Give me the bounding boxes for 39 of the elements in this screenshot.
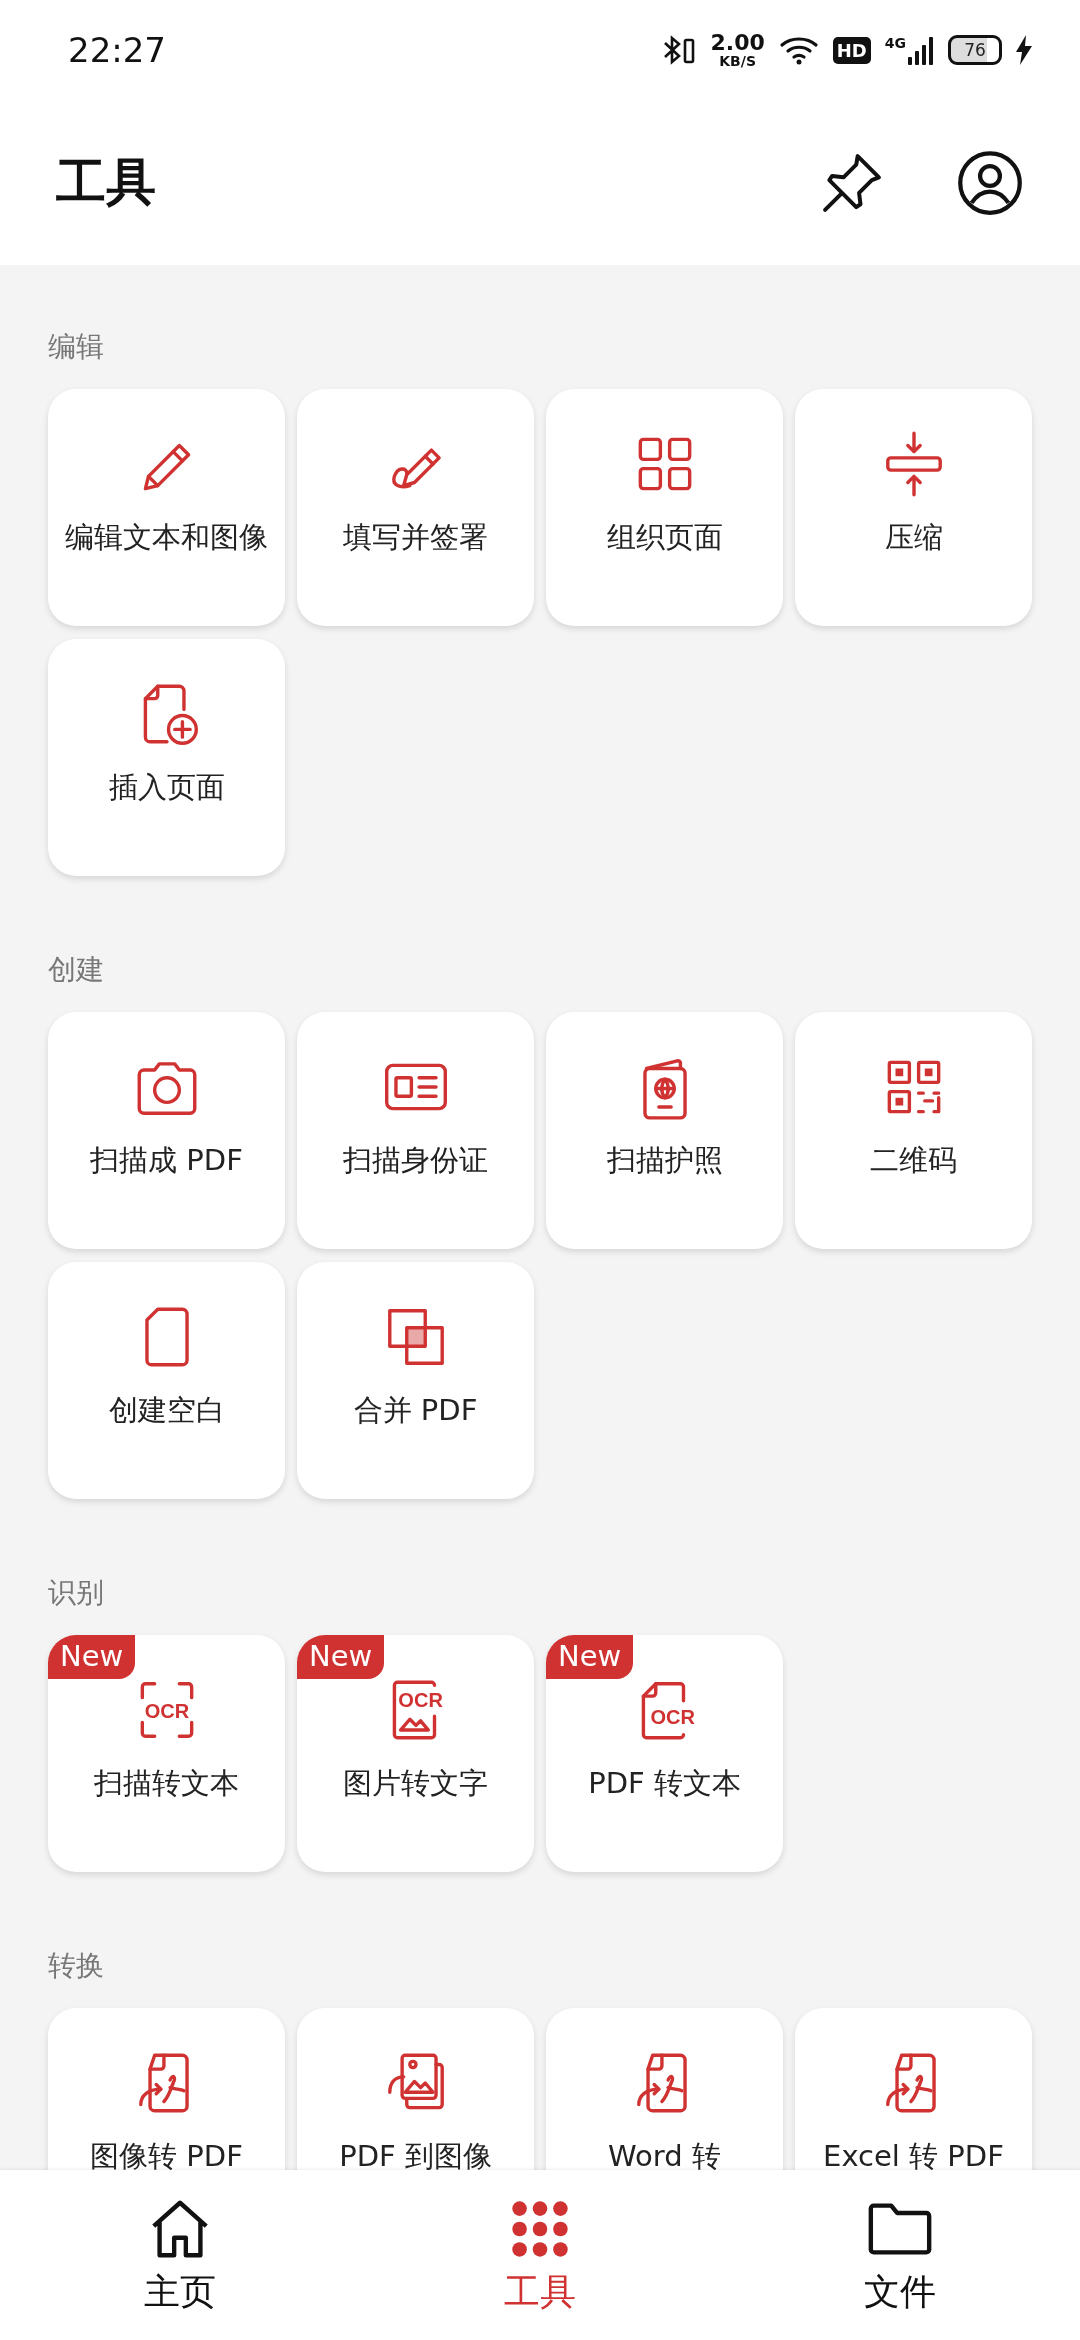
tool-tile[interactable]: 组织页面 (546, 389, 783, 626)
nav-tab[interactable]: 工具 (360, 2170, 720, 2340)
tool-tile[interactable]: 扫描护照 (546, 1012, 783, 1249)
nav-tab[interactable]: 文件 (720, 2170, 1080, 2340)
hd-badge: HD (832, 36, 871, 64)
tool-tile[interactable]: 压缩 (795, 389, 1032, 626)
battery-level: 76 (948, 35, 1002, 65)
status-time: 22:27 (68, 30, 166, 70)
tool-tile[interactable]: 扫描身份证 (297, 1012, 534, 1249)
section-title: 编辑 (48, 329, 104, 365)
tool-tile[interactable]: 扫描成 PDF (48, 1012, 285, 1249)
section-title: 识别 (48, 1575, 104, 1611)
new-badge: New (48, 1635, 136, 1679)
tool-tile[interactable]: 二维码 (795, 1012, 1032, 1249)
tool-tile[interactable]: PDF 到图像 (297, 2008, 534, 2170)
section-title: 创建 (48, 952, 104, 988)
tool-tile[interactable]: 编辑文本和图像 (48, 389, 285, 626)
network-speed: 2.00 KB/S (710, 32, 765, 68)
tool-tile[interactable]: 创建空白 (48, 1262, 285, 1499)
tool-tile[interactable]: 图像转 PDF (48, 2008, 285, 2170)
tool-tile[interactable]: 填写并签署 (297, 389, 534, 626)
page-title: 工具 (56, 152, 156, 213)
new-badge: New (546, 1635, 634, 1679)
tool-tile[interactable]: New OCR PDF 转文本 (546, 1635, 783, 1872)
section-title: 转换 (48, 1948, 104, 1984)
network-type: 4G (884, 35, 906, 51)
wifi-icon (778, 34, 819, 66)
account-icon[interactable] (956, 148, 1024, 217)
nav-tab[interactable]: 主页 (0, 2170, 360, 2340)
tool-tile[interactable]: 合并 PDF (297, 1262, 534, 1499)
new-badge: New (297, 1635, 385, 1679)
tool-tile[interactable]: New OCR 扫描转文本 (48, 1635, 285, 1872)
tool-tile[interactable]: New OCR 图片转文字 (297, 1635, 534, 1872)
signal-icon (908, 35, 934, 65)
tool-tile[interactable]: Excel 转 PDF (795, 2008, 1032, 2170)
tool-tile[interactable]: 插入页面 (48, 639, 285, 876)
charging-icon (1016, 35, 1032, 65)
tool-tile[interactable]: Word 转 (546, 2008, 783, 2170)
bluetooth-icon (662, 34, 697, 66)
